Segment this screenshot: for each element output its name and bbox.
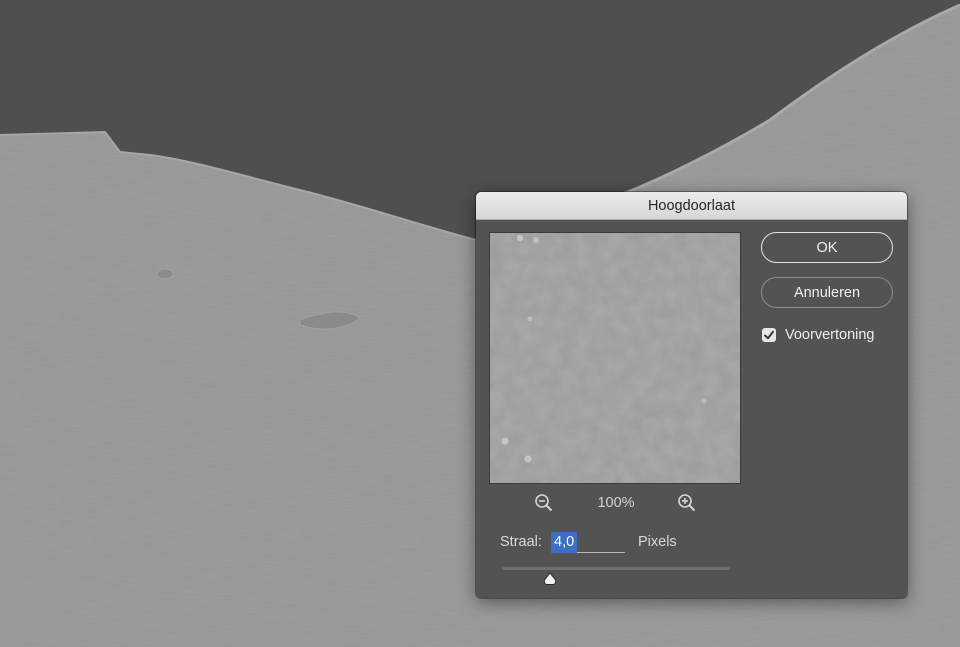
zoom-level: 100%	[597, 495, 635, 511]
preview-checkbox-row[interactable]: Voorvertoning	[762, 325, 874, 345]
preview-checkbox[interactable]	[762, 328, 776, 342]
radius-label: Straal:	[500, 534, 542, 550]
dialog-title: Hoogdoorlaat	[647, 197, 736, 214]
high-pass-dialog: Hoogdoorlaat 100% OK Annuleren Voorverto…	[476, 192, 907, 598]
ok-button[interactable]: OK	[761, 232, 893, 263]
radius-slider-track[interactable]	[502, 567, 730, 570]
radius-value: 4,0	[551, 532, 578, 553]
radius-unit: Pixels	[638, 534, 677, 550]
filter-preview[interactable]	[489, 232, 741, 484]
preview-image	[490, 233, 740, 483]
cancel-button[interactable]: Annuleren	[761, 277, 893, 308]
slider-thumb-icon[interactable]	[543, 572, 557, 586]
dialog-titlebar[interactable]: Hoogdoorlaat	[476, 192, 907, 220]
zoom-controls: 100%	[489, 492, 741, 514]
checkmark-icon	[764, 330, 774, 340]
zoom-out-icon[interactable]	[533, 492, 555, 514]
zoom-in-icon[interactable]	[676, 492, 698, 514]
radius-input[interactable]: 4,0	[551, 532, 625, 553]
preview-label: Voorvertoning	[785, 327, 875, 343]
